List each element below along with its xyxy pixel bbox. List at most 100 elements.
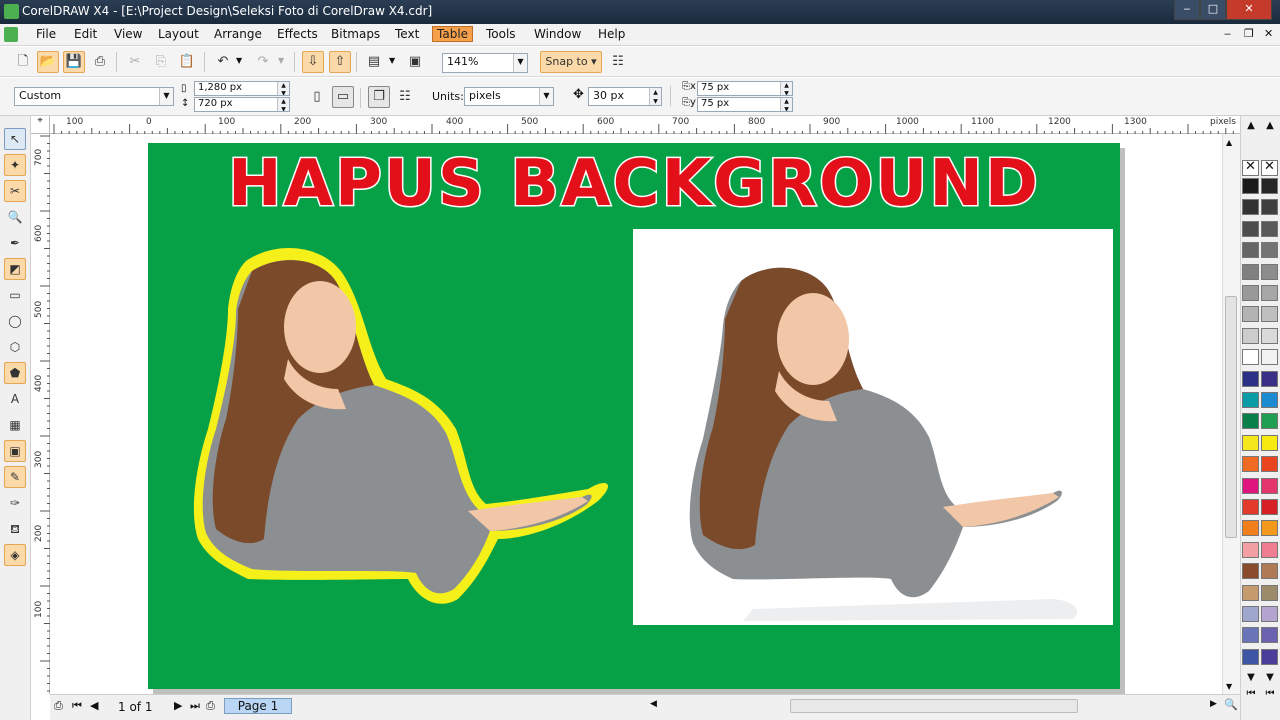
menu-edit[interactable]: Edit [74, 27, 97, 41]
color-swatch[interactable] [1242, 541, 1259, 558]
doc-close-icon[interactable]: ✕ [1264, 27, 1273, 40]
color-swatch[interactable] [1242, 413, 1259, 430]
no-fill-swatch[interactable]: ✕ [1242, 160, 1259, 176]
coreldraw-app-icon[interactable] [4, 4, 19, 19]
undo-dropdown-icon[interactable]: ▼ [236, 56, 242, 65]
doc-restore-icon[interactable]: ❐ [1244, 27, 1254, 40]
maximize-button[interactable]: □ [1200, 0, 1226, 20]
undo-icon[interactable]: ↶ [212, 51, 234, 73]
interactive-blend-tool-icon[interactable]: ▣ [4, 440, 26, 462]
import-icon[interactable]: ⇩ [302, 51, 324, 73]
next-page-icon[interactable]: ▶ [174, 699, 182, 712]
palette-expand-icon[interactable]: ⏮ [1242, 688, 1260, 699]
color-swatch[interactable] [1242, 178, 1259, 194]
menu-window[interactable]: Window [534, 27, 581, 41]
color-swatch[interactable] [1242, 392, 1259, 408]
color-swatch[interactable] [1242, 563, 1259, 580]
copy-icon[interactable]: ⎘ [150, 51, 172, 73]
color-swatch[interactable] [1242, 584, 1259, 601]
rectangle-tool-icon[interactable]: ▭ [4, 284, 26, 306]
polygon-tool-icon[interactable]: ⬡ [4, 336, 26, 358]
scroll-down-icon[interactable]: ▼ [1226, 682, 1232, 691]
text-tool-icon[interactable]: A [4, 388, 26, 410]
color-swatch[interactable] [1242, 456, 1259, 473]
zoom-levels-field[interactable]: 141% ▼ [442, 53, 528, 73]
menu-arrange[interactable]: Arrange [214, 27, 262, 41]
application-launcher-icon[interactable]: ▤ [363, 51, 385, 73]
color-swatch[interactable] [1261, 220, 1278, 237]
color-swatch[interactable] [1242, 306, 1259, 323]
pick-tool-icon[interactable]: ↖ [4, 128, 26, 150]
add-page-after-icon[interactable]: ⎙ [206, 699, 215, 713]
color-swatch[interactable] [1261, 477, 1278, 494]
color-swatch[interactable] [1261, 563, 1278, 580]
units-select[interactable]: pixels ▼ [464, 87, 554, 106]
document-icon[interactable] [4, 27, 18, 42]
scroll-left-icon[interactable]: ◀ [650, 699, 657, 709]
previous-page-icon[interactable]: ◀ [90, 699, 98, 712]
vertical-scroll-thumb[interactable] [1225, 296, 1237, 538]
smart-fill-tool-icon[interactable]: ◩ [4, 258, 26, 280]
landscape-icon[interactable]: ▭ [332, 86, 354, 108]
options-icon[interactable]: ☷ [607, 51, 629, 73]
color-swatch[interactable] [1261, 606, 1278, 622]
freehand-tool-icon[interactable]: ✒ [4, 232, 26, 254]
drawing-page[interactable]: HAPUS BACKGROUND [148, 143, 1120, 689]
new-document-icon[interactable]: 🗋 [12, 51, 34, 73]
horizontal-ruler[interactable]: 100 0 100 200 300 400 500 600 700 800 90… [50, 116, 1240, 134]
zoom-navigator-icon[interactable]: 🔍 [1224, 698, 1238, 711]
palette-scroll-down-icon[interactable]: ▼ [1261, 672, 1279, 683]
nudge-spinner[interactable]: ▲ ▼ [649, 88, 661, 105]
menu-help[interactable]: Help [598, 27, 625, 41]
page-tab-page-1[interactable]: Page 1 [224, 698, 292, 714]
paste-icon[interactable]: 📋 [176, 51, 198, 73]
color-swatch[interactable] [1261, 285, 1278, 301]
zoom-dropdown-icon[interactable]: ▼ [513, 54, 527, 72]
scroll-up-icon[interactable]: ▲ [1226, 138, 1232, 147]
eyedropper-tool-icon[interactable]: ✎ [4, 466, 26, 488]
save-icon[interactable]: 💾 [63, 51, 85, 73]
duplicate-y-spinner[interactable]: ▲ ▼ [780, 98, 792, 111]
color-swatch[interactable] [1242, 285, 1259, 301]
snap-to-button[interactable]: Snap to ▾ [540, 51, 602, 73]
palette-scroll-up-icon[interactable]: ▲ [1261, 120, 1279, 131]
current-page-icon[interactable]: ☷ [394, 86, 416, 108]
color-swatch[interactable] [1261, 306, 1278, 323]
basic-shapes-tool-icon[interactable]: ⬟ [4, 362, 26, 384]
shape-tool-icon[interactable]: ✦ [4, 154, 26, 176]
color-swatch[interactable] [1261, 456, 1278, 473]
color-swatch[interactable] [1261, 541, 1278, 558]
color-swatch[interactable] [1242, 648, 1259, 665]
fill-tool-icon[interactable]: ⛾ [4, 518, 26, 540]
color-swatch[interactable] [1242, 370, 1259, 387]
color-swatch[interactable] [1261, 370, 1278, 387]
color-swatch[interactable] [1261, 263, 1278, 280]
nudge-distance-field[interactable]: 30 px ▲ ▼ [588, 87, 662, 106]
units-dropdown-icon[interactable]: ▼ [539, 88, 553, 105]
first-page-icon[interactable]: ⏮ [72, 699, 82, 713]
outline-tool-icon[interactable]: ✑ [4, 492, 26, 514]
color-swatch[interactable] [1261, 627, 1278, 644]
add-page-icon[interactable]: ⎙ [54, 699, 63, 713]
portrait-icon[interactable]: ▯ [306, 86, 328, 108]
color-swatch[interactable] [1242, 242, 1259, 259]
print-icon[interactable]: ⎙ [89, 51, 111, 73]
menu-bitmaps[interactable]: Bitmaps [331, 27, 380, 41]
palette-scroll-down-icon[interactable]: ▼ [1242, 672, 1260, 683]
color-swatch[interactable] [1242, 606, 1259, 622]
launcher-dropdown-icon[interactable]: ▼ [389, 56, 395, 65]
welcome-screen-icon[interactable]: ▣ [404, 51, 426, 73]
export-icon[interactable]: ⇧ [329, 51, 351, 73]
color-swatch[interactable] [1242, 349, 1259, 366]
minimize-button[interactable]: ‒ [1174, 0, 1200, 20]
color-swatch[interactable] [1261, 584, 1278, 601]
color-swatch[interactable] [1261, 199, 1278, 216]
page-height-spinner[interactable]: ▲ ▼ [277, 98, 289, 111]
color-swatch[interactable] [1261, 349, 1278, 366]
color-swatch[interactable] [1242, 220, 1259, 237]
scroll-right-icon[interactable]: ▶ [1210, 699, 1217, 709]
palette-expand-icon[interactable]: ⏮ [1261, 688, 1279, 699]
paper-type-select[interactable]: Custom ▼ [14, 87, 174, 106]
menu-text[interactable]: Text [395, 27, 419, 41]
interactive-fill-tool-icon[interactable]: ◈ [4, 544, 26, 566]
